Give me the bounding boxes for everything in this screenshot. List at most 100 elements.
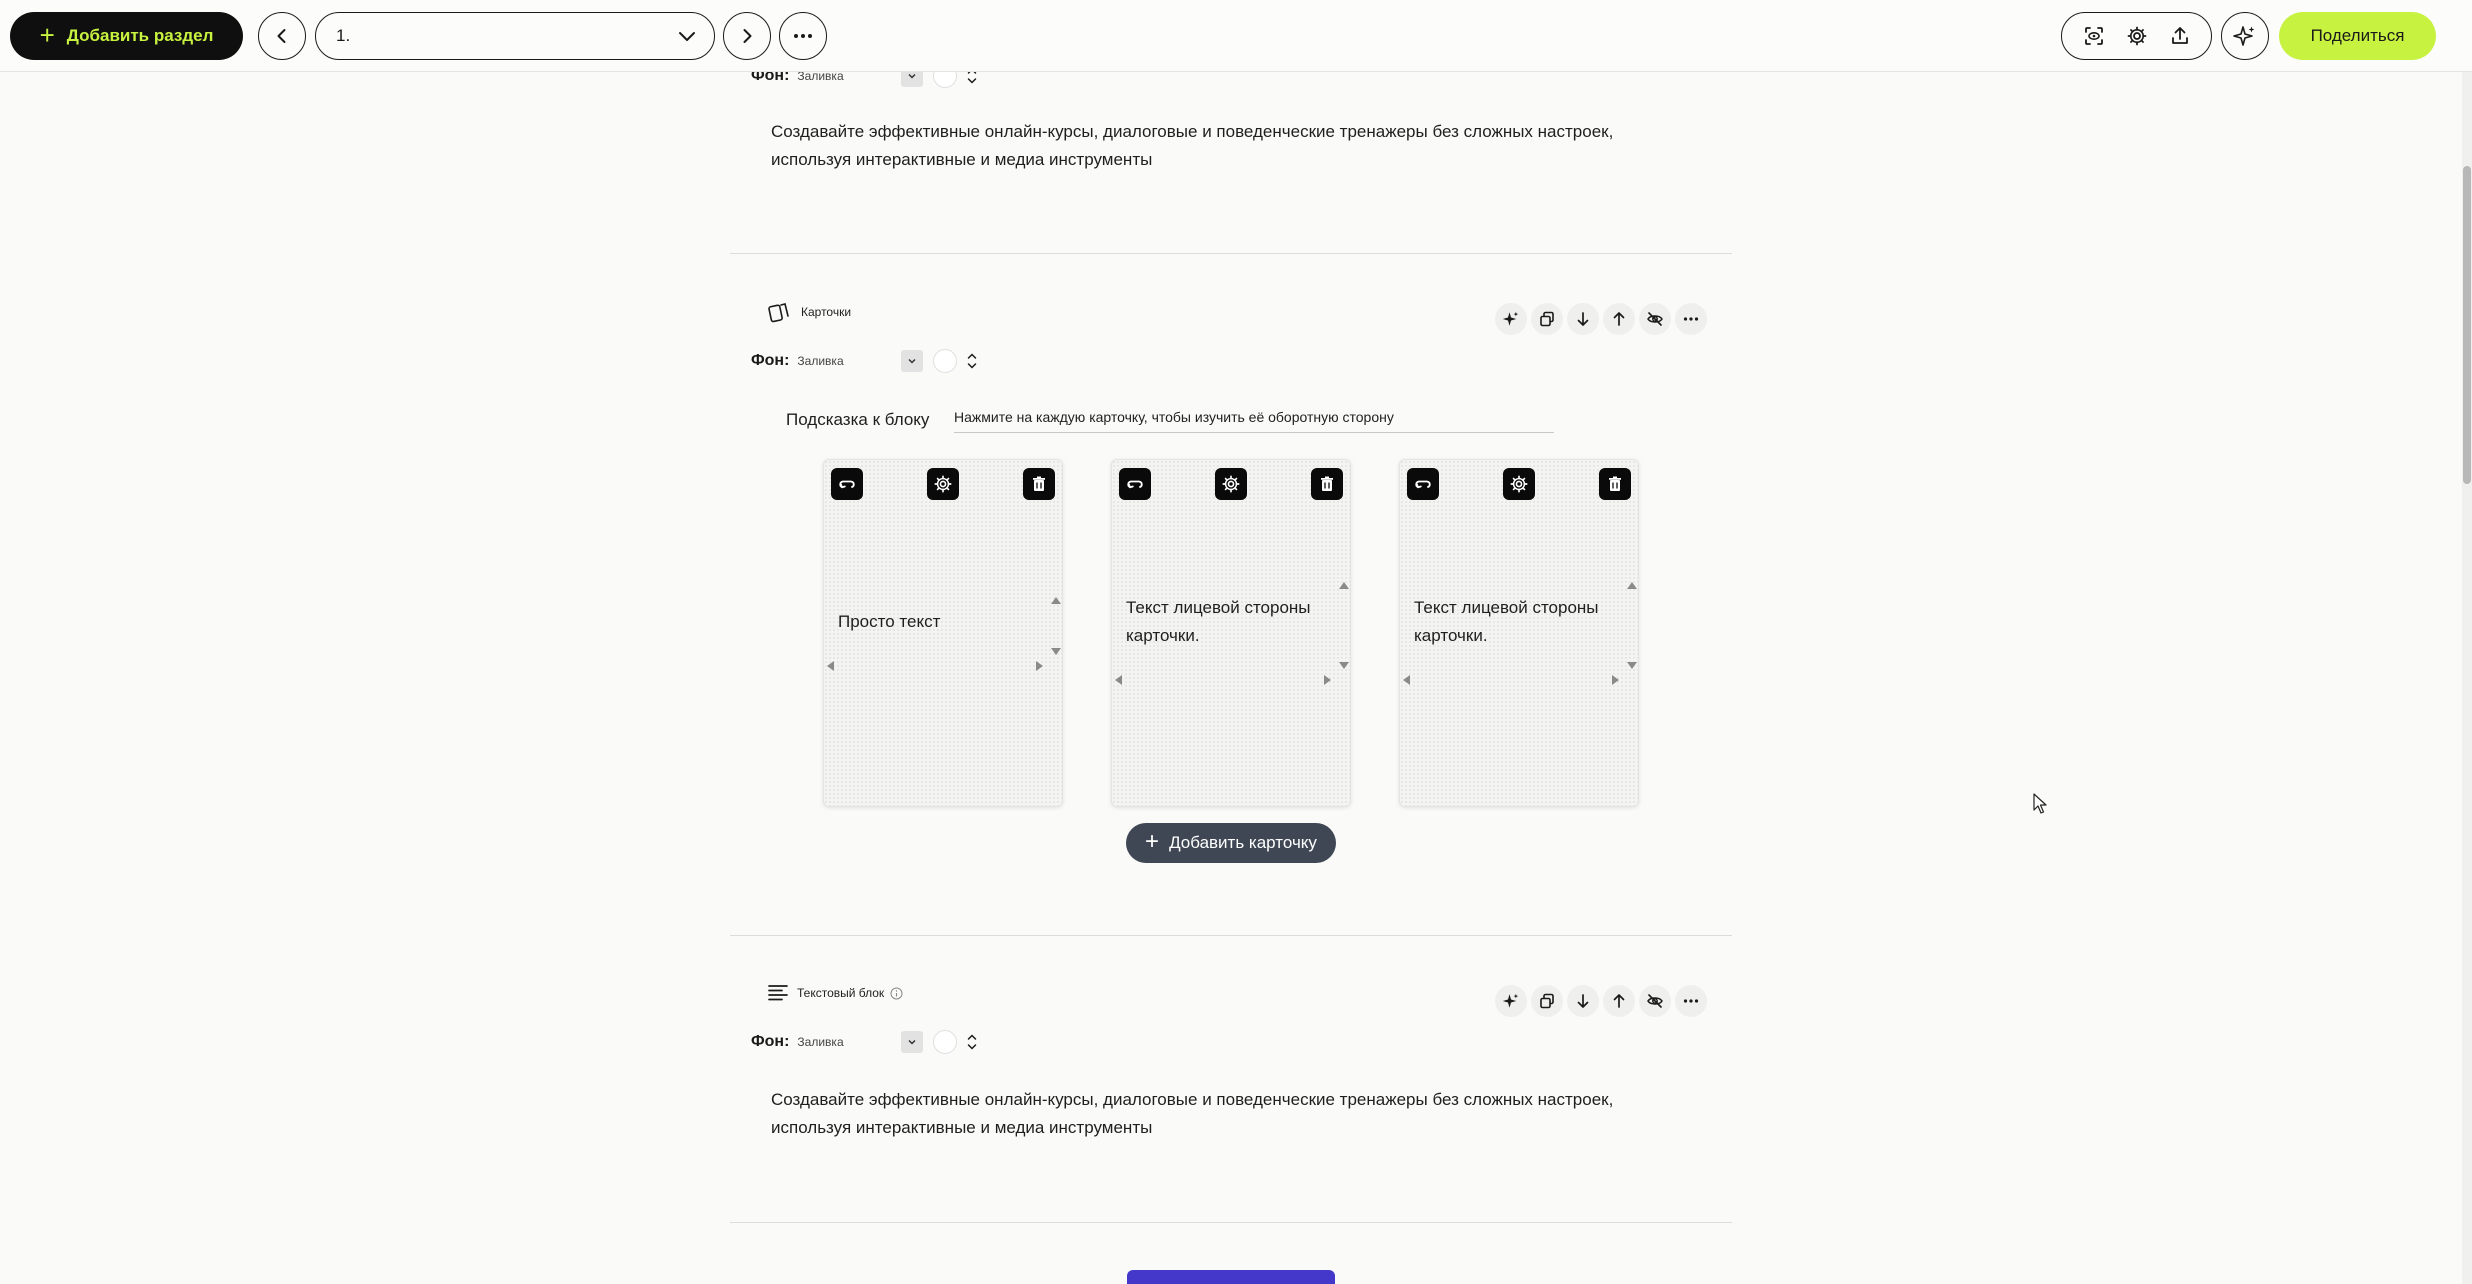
ai-generate-button[interactable] xyxy=(1495,985,1527,1017)
chevron-left-icon xyxy=(277,29,286,43)
card-delete-button[interactable] xyxy=(1599,468,1631,500)
next-page-button[interactable] xyxy=(723,12,771,60)
scroll-up-arrow[interactable] xyxy=(1627,582,1637,589)
copy-icon xyxy=(1540,993,1554,1009)
scroll-down-arrow[interactable] xyxy=(1339,662,1349,669)
sparkle-icon xyxy=(2233,26,2255,46)
plus-icon: + xyxy=(39,19,55,50)
page-scrollbar[interactable] xyxy=(2462,72,2472,1284)
background-fill-value: Заливка xyxy=(797,354,844,368)
bottom-action-button[interactable] xyxy=(1127,1270,1335,1284)
card-front-text[interactable]: Текст лицевой стороны карточки. xyxy=(1414,594,1614,650)
add-section-button[interactable]: + Добавить раздел xyxy=(10,12,243,60)
share-button[interactable]: Поделиться xyxy=(2279,12,2436,60)
trash-icon xyxy=(1321,476,1333,491)
text-align-icon xyxy=(768,985,788,1001)
scroll-right-arrow[interactable] xyxy=(1036,661,1043,671)
info-icon[interactable] xyxy=(890,987,903,1000)
background-dropdown[interactable] xyxy=(901,350,924,372)
text-block-header: Текстовый блок xyxy=(767,983,903,1003)
card-flip-button[interactable] xyxy=(1119,468,1151,500)
duplicate-button[interactable] xyxy=(1531,985,1563,1017)
sparkle-icon xyxy=(1502,311,1519,326)
scroll-up-arrow[interactable] xyxy=(1051,597,1061,604)
scroll-right-arrow[interactable] xyxy=(1612,675,1619,685)
gear-icon xyxy=(1510,475,1528,493)
block-hint-row: Подсказка к блоку Нажмите на каждую карт… xyxy=(786,407,1554,433)
move-down-button[interactable] xyxy=(1567,303,1599,335)
chevron-updown-icon xyxy=(968,1034,977,1050)
flip-card[interactable]: Текст лицевой стороны карточки. xyxy=(1399,459,1639,807)
cards-block-header: Карточки xyxy=(767,300,851,324)
card-flip-button[interactable] xyxy=(831,468,863,500)
flip-card[interactable]: Текст лицевой стороны карточки. xyxy=(1111,459,1351,807)
block-more-button[interactable] xyxy=(1675,985,1707,1017)
flip-icon xyxy=(1415,480,1431,489)
hide-button[interactable] xyxy=(1639,303,1671,335)
card-delete-button[interactable] xyxy=(1311,468,1343,500)
block-divider xyxy=(730,253,1732,254)
move-down-button[interactable] xyxy=(1567,985,1599,1017)
card-flip-button[interactable] xyxy=(1407,468,1439,500)
scroll-left-arrow[interactable] xyxy=(1403,675,1410,685)
chevron-down-icon xyxy=(908,358,916,364)
preview-button[interactable] xyxy=(2078,20,2110,52)
background-color-picker[interactable] xyxy=(933,1030,958,1054)
card-delete-button[interactable] xyxy=(1023,468,1055,500)
mouse-cursor-icon xyxy=(2033,793,2047,814)
top-tools-group xyxy=(2061,12,2212,60)
preview-scan-icon xyxy=(2084,27,2103,45)
background-sort-toggle[interactable] xyxy=(966,352,978,370)
text-line: используя интерактивные и медиа инструме… xyxy=(771,150,1153,169)
card-settings-button[interactable] xyxy=(1503,468,1535,500)
page-scrollbar-thumb[interactable] xyxy=(2463,166,2471,484)
background-setting-row: Фон: Заливка xyxy=(751,349,978,373)
flip-card[interactable]: Просто текст xyxy=(823,459,1063,807)
card-front-text[interactable]: Текст лицевой стороны карточки. xyxy=(1126,594,1326,650)
scroll-up-arrow[interactable] xyxy=(1339,582,1349,589)
add-card-button[interactable]: + Добавить карточку xyxy=(1126,823,1336,863)
move-up-button[interactable] xyxy=(1603,985,1635,1017)
more-dots-icon xyxy=(1683,999,1699,1003)
page-select[interactable]: 1. xyxy=(315,12,715,60)
text-block-content[interactable]: Создавайте эффективные онлайн-курсы, диа… xyxy=(771,1086,1671,1142)
add-card-label: Добавить карточку xyxy=(1169,833,1317,852)
settings-button[interactable] xyxy=(2121,20,2153,52)
ai-generate-button[interactable] xyxy=(1495,303,1527,335)
scroll-down-arrow[interactable] xyxy=(1051,648,1061,655)
prev-page-button[interactable] xyxy=(258,12,306,60)
text-block-content[interactable]: Создавайте эффективные онлайн-курсы, диа… xyxy=(771,118,1671,174)
scroll-left-arrow[interactable] xyxy=(1115,675,1122,685)
block-hint-input[interactable]: Нажмите на каждую карточку, чтобы изучит… xyxy=(954,407,1554,433)
more-menu-button[interactable] xyxy=(779,12,827,60)
ai-assistant-button[interactable] xyxy=(2221,12,2269,60)
text-line: Создавайте эффективные онлайн-курсы, диа… xyxy=(771,1090,1614,1109)
eye-off-icon xyxy=(1647,994,1663,1008)
chevron-right-icon xyxy=(743,29,752,43)
sparkle-icon xyxy=(1502,993,1519,1008)
background-dropdown[interactable] xyxy=(901,1031,924,1053)
arrow-down-icon xyxy=(1577,994,1589,1008)
scroll-right-arrow[interactable] xyxy=(1324,675,1331,685)
chevron-down-icon xyxy=(679,32,695,41)
background-sort-toggle[interactable] xyxy=(966,1033,978,1051)
arrow-down-icon xyxy=(1577,312,1589,326)
block-more-button[interactable] xyxy=(1675,303,1707,335)
text-line: используя интерактивные и медиа инструме… xyxy=(771,1118,1153,1137)
card-settings-button[interactable] xyxy=(927,468,959,500)
block-title: Карточки xyxy=(801,305,852,319)
flip-icon xyxy=(839,480,855,489)
export-button[interactable] xyxy=(2164,20,2196,52)
card-settings-button[interactable] xyxy=(1215,468,1247,500)
scroll-down-arrow[interactable] xyxy=(1627,662,1637,669)
more-dots-icon xyxy=(1683,317,1699,321)
copy-icon xyxy=(1540,311,1554,327)
duplicate-button[interactable] xyxy=(1531,303,1563,335)
scroll-left-arrow[interactable] xyxy=(827,661,834,671)
hide-button[interactable] xyxy=(1639,985,1671,1017)
block-title: Текстовый блок xyxy=(797,986,885,1000)
move-up-button[interactable] xyxy=(1603,303,1635,335)
background-color-picker[interactable] xyxy=(933,349,958,373)
gear-icon xyxy=(934,475,952,493)
card-front-text[interactable]: Просто текст xyxy=(838,608,1038,636)
